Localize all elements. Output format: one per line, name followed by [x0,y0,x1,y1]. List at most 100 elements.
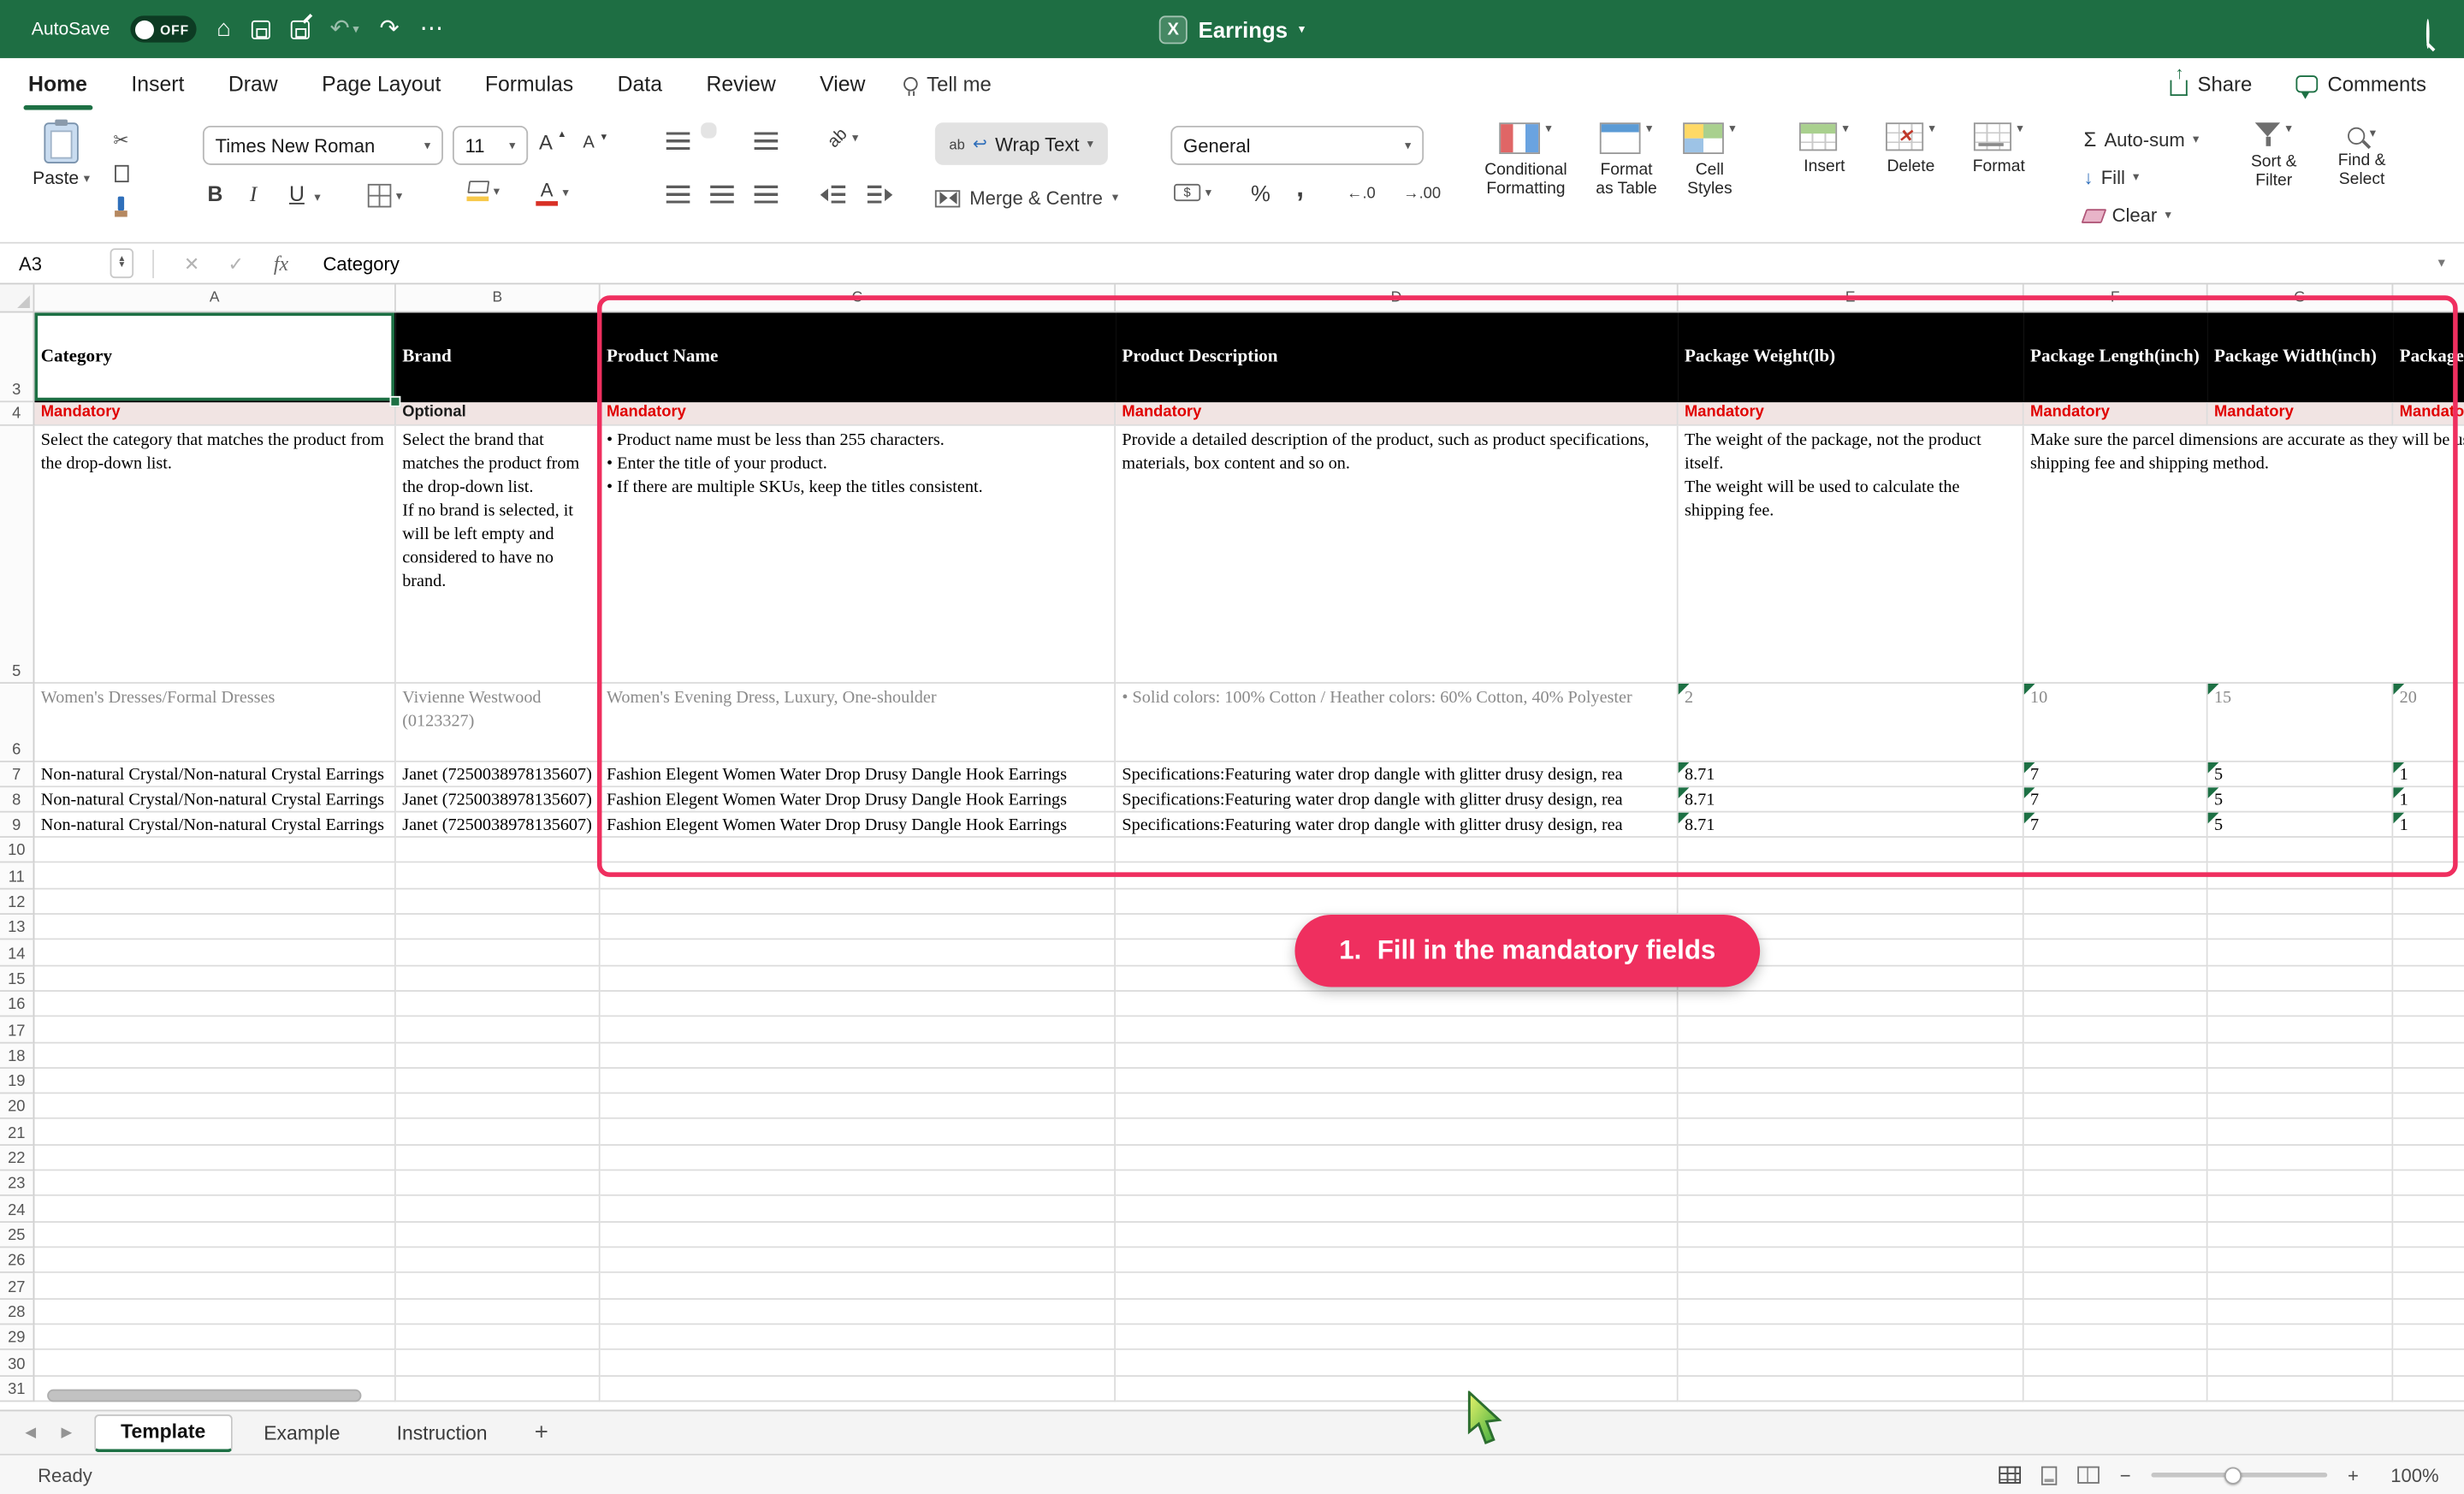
find-select-button[interactable]: ▾ Find &Select [2321,122,2403,188]
cell[interactable]: 8.71 [1679,813,2024,838]
cell[interactable] [1679,1017,2024,1043]
cell[interactable]: • Product name must be less than 255 cha… [601,426,1116,684]
document-title[interactable]: Earrings [1199,16,1288,41]
cell[interactable]: Package Length(inch) [2024,313,2208,403]
increase-indent-button[interactable] [868,186,892,205]
cell[interactable]: • Solid colors: 100% Cotton / Heather co… [1116,684,1679,762]
cell[interactable] [2024,863,2208,889]
clear-button[interactable]: Clear ▾ [2084,205,2171,227]
row-header-10[interactable]: 10 [0,838,34,863]
fill-handle[interactable] [390,396,401,407]
cell[interactable] [1116,1120,1679,1146]
row-header-20[interactable]: 20 [0,1094,34,1120]
cell[interactable] [396,1325,601,1350]
cell[interactable] [396,1299,601,1325]
cell[interactable] [34,1350,395,1376]
cell[interactable] [1116,1376,1679,1402]
sheet-nav-left-icon[interactable]: ◀ [25,1424,36,1441]
column-header-B[interactable]: B [396,284,601,311]
cell[interactable] [34,889,395,915]
name-box-stepper[interactable]: ▲ ▼ [110,248,134,278]
cell[interactable] [396,1094,601,1120]
cell[interactable] [1679,1350,2024,1376]
cell[interactable]: Mandatory [1679,402,2024,426]
cell[interactable] [601,915,1116,940]
cell[interactable]: Mandatory [34,402,395,426]
cell[interactable] [34,1273,395,1299]
cell[interactable]: 15 [2208,684,2394,762]
align-middle-button[interactable] [701,122,716,138]
cell[interactable] [601,1376,1116,1402]
column-header-D[interactable]: D [1116,284,1679,311]
cell[interactable] [601,1222,1116,1248]
comma-style-button[interactable]: , [1296,173,1304,205]
cell[interactable] [2208,889,2394,915]
cell[interactable] [601,1043,1116,1069]
cell[interactable]: Specifications:Featuring water drop dang… [1116,762,1679,787]
align-center-button[interactable] [710,186,734,205]
cell[interactable] [1679,1069,2024,1094]
cell[interactable] [601,889,1116,915]
align-right-button[interactable] [755,186,779,205]
cell[interactable] [34,1146,395,1171]
sheet-tab-example[interactable]: Example [239,1414,365,1451]
accounting-format-button[interactable]: $▾ [1174,184,1211,201]
cell[interactable]: 5 [2208,787,2394,812]
cell[interactable] [34,838,395,863]
cell[interactable] [34,1069,395,1094]
cell[interactable] [2393,915,2464,940]
cell[interactable] [2393,1043,2464,1069]
row-header-17[interactable]: 17 [0,1017,34,1043]
cell[interactable] [1116,1094,1679,1120]
paste-button[interactable]: Paste▾ [25,122,97,188]
cell[interactable] [2393,1376,2464,1402]
zoom-out-icon[interactable]: − [2120,1464,2131,1486]
cell[interactable]: Fashion Elegent Women Water Drop Drusy D… [601,813,1116,838]
underline-button[interactable]: U [289,182,305,206]
cell[interactable] [1116,863,1679,889]
cell[interactable] [1679,1146,2024,1171]
copy-button[interactable] [114,165,128,182]
add-sheet-button[interactable]: + [535,1420,548,1446]
column-header-C[interactable]: C [601,284,1116,311]
row-header-31[interactable]: 31 [0,1376,34,1402]
share-button[interactable]: Share [2171,72,2252,96]
cell[interactable] [2393,1171,2464,1196]
sheet-nav-right-icon[interactable]: ▶ [61,1424,72,1441]
row-header-26[interactable]: 26 [0,1248,34,1273]
cell[interactable]: Mandatory [2208,402,2394,426]
cell[interactable] [2208,1248,2394,1273]
cell[interactable] [396,1222,601,1248]
cell[interactable] [2208,1325,2394,1350]
cell[interactable]: 1 [2393,787,2464,812]
cell[interactable] [2208,1299,2394,1325]
cell[interactable] [2208,1222,2394,1248]
cell[interactable] [2024,1094,2208,1120]
cell[interactable]: 10 [2024,684,2208,762]
cell[interactable] [601,838,1116,863]
cell[interactable] [601,1017,1116,1043]
cell[interactable] [1679,838,2024,863]
row-header-7[interactable]: 7 [0,762,34,787]
cell[interactable]: Specifications:Featuring water drop dang… [1116,813,1679,838]
row-header-27[interactable]: 27 [0,1273,34,1299]
align-top-button[interactable] [666,132,690,151]
cell[interactable] [2024,1017,2208,1043]
cell[interactable] [2024,940,2208,966]
cell[interactable] [396,915,601,940]
cell[interactable] [601,966,1116,992]
cell[interactable]: 8.71 [1679,762,2024,787]
row-header-15[interactable]: 15 [0,966,34,992]
column-header-H[interactable]: H [2393,284,2464,311]
cell[interactable]: Product Description [1116,313,1679,403]
cell[interactable] [1679,1094,2024,1120]
row-header-24[interactable]: 24 [0,1196,34,1222]
format-painter-button[interactable] [118,197,124,211]
decrease-font-button[interactable]: A▼ [583,133,608,152]
row-header-8[interactable]: 8 [0,787,34,812]
bold-button[interactable]: B [207,182,222,206]
cell[interactable] [2208,838,2394,863]
cell[interactable] [396,1120,601,1146]
cell[interactable]: 8.71 [1679,787,2024,812]
cell[interactable] [1116,992,1679,1017]
